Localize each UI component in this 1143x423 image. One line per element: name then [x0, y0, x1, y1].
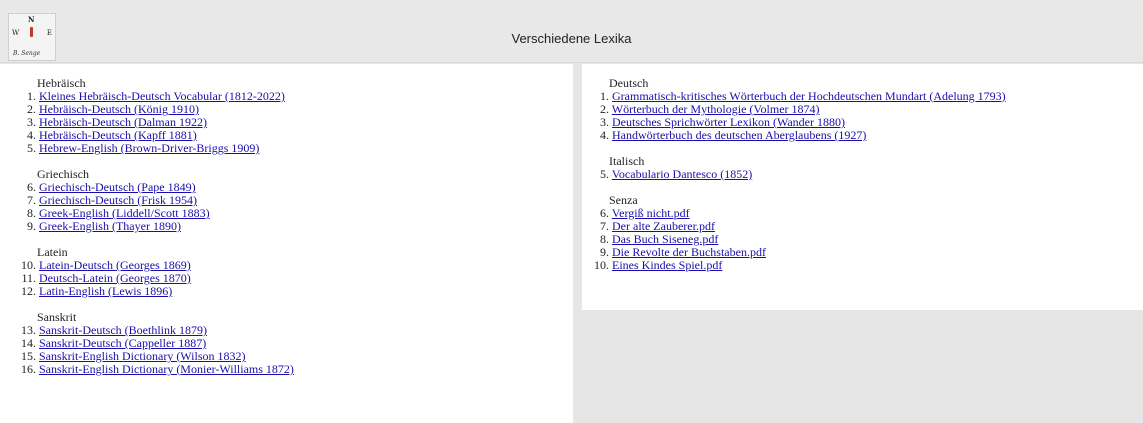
list-item-number: 10.	[594, 258, 609, 272]
section-right-2: Senza 6. Vergiß nicht.pdf 7. Der alte Zaub…	[582, 194, 1006, 272]
right-lexica-list: Deutsch 1. Grammatisch-kritisches Wörterb…	[582, 77, 1006, 272]
lexicon-link[interactable]: Hebrew-English (Brown-Driver-Briggs 1909…	[39, 141, 259, 155]
list-item: 9. Greek-English (Thayer 1890)	[0, 220, 294, 233]
logo-north-letter: N	[28, 15, 35, 24]
lexicon-link[interactable]: Hebräisch-Deutsch (Dalman 1922)	[39, 115, 207, 129]
right-panel: Deutsch 1. Grammatisch-kritisches Wörterb…	[582, 64, 1143, 310]
list-item: 4. Handwörterbuch des deutschen Aberglau…	[582, 129, 1006, 142]
lexicon-list: 13. Sanskrit-Deutsch (Boethlink 1879) 14.…	[0, 324, 294, 376]
lexicon-list: 6. Vergiß nicht.pdf 7. Der alte Zauberer.…	[582, 207, 1006, 272]
list-item-number: 12.	[21, 284, 36, 298]
lexicon-link[interactable]: Vergiß nicht.pdf	[612, 206, 690, 220]
lexicon-link[interactable]: Grammatisch-kritisches Wörterbuch der Ho…	[612, 89, 1006, 103]
list-item-number: 16.	[21, 362, 36, 376]
lexicon-link[interactable]: Sanskrit-English Dictionary (Monier-Will…	[39, 362, 294, 376]
list-item: 16. Sanskrit-English Dictionary (Monier-…	[0, 363, 294, 376]
page-title: Verschiedene Lexika	[511, 31, 632, 46]
section-left-3: Sanskrit 13. Sanskrit-Deutsch (Boethlink …	[0, 311, 294, 376]
lexicon-link[interactable]: Hebräisch-Deutsch (König 1910)	[39, 102, 199, 116]
lexicon-link[interactable]: Hebräisch-Deutsch (Kapff 1881)	[39, 128, 197, 142]
lexicon-link[interactable]: Deutsches Sprichwörter Lexikon (Wander 1…	[612, 115, 845, 129]
left-lexica-list: Hebräisch 1. Kleines Hebräisch-Deutsch Vo…	[0, 77, 294, 376]
left-panel: Hebräisch 1. Kleines Hebräisch-Deutsch Vo…	[0, 64, 573, 423]
lexicon-link[interactable]: Griechisch-Deutsch (Frisk 1954)	[39, 193, 197, 207]
lexicon-link[interactable]: Sanskrit-Deutsch (Cappeller 1887)	[39, 336, 206, 350]
lexicon-link[interactable]: Das Buch Siseneg.pdf	[612, 232, 718, 246]
lexicon-link[interactable]: Latin-English (Lewis 1896)	[39, 284, 172, 298]
lexicon-link[interactable]: Griechisch-Deutsch (Pape 1849)	[39, 180, 196, 194]
lexicon-link[interactable]: Kleines Hebräisch-Deutsch Vocabular (181…	[39, 89, 285, 103]
lexicon-link[interactable]: Sanskrit-English Dictionary (Wilson 1832…	[39, 349, 246, 363]
lexicon-link[interactable]: Deutsch-Latein (Georges 1870)	[39, 271, 191, 285]
lexicon-list: 1. Kleines Hebräisch-Deutsch Vocabular (…	[0, 90, 294, 155]
page-header: N W E B. Senge Verschiedene Lexika	[0, 0, 1143, 63]
lexicon-link[interactable]: Greek-English (Liddell/Scott 1883)	[39, 206, 210, 220]
list-item: 10. Eines Kindes Spiel.pdf	[582, 259, 1006, 272]
lexicon-list: 1. Grammatisch-kritisches Wörterbuch der…	[582, 90, 1006, 142]
list-item-number: 5.	[27, 141, 36, 155]
list-item-number: 4.	[600, 128, 609, 142]
section-left-1: Griechisch 6. Griechisch-Deutsch (Pape 18…	[0, 168, 294, 233]
lexicon-link[interactable]: Handwörterbuch des deutschen Aberglauben…	[612, 128, 866, 142]
section-left-2: Latein 10. Latein-Deutsch (Georges 1869) 1…	[0, 246, 294, 298]
lexicon-link[interactable]: Latein-Deutsch (Georges 1869)	[39, 258, 191, 272]
logo-signature: B. Senge	[13, 50, 41, 57]
list-item: 5. Vocabulario Dantesco (1852)	[582, 168, 1006, 181]
lexicon-link[interactable]: Wörterbuch der Mythologie (Volmer 1874)	[612, 102, 820, 116]
list-item: 5. Hebrew-English (Brown-Driver-Briggs 1…	[0, 142, 294, 155]
lexicon-link[interactable]: Vocabulario Dantesco (1852)	[612, 167, 752, 181]
lexicon-link[interactable]: Greek-English (Thayer 1890)	[39, 219, 181, 233]
lexicon-list: 6. Griechisch-Deutsch (Pape 1849) 7. Grie…	[0, 181, 294, 233]
list-item-number: 5.	[600, 167, 609, 181]
lexicon-link[interactable]: Sanskrit-Deutsch (Boethlink 1879)	[39, 323, 207, 337]
lexicon-link[interactable]: Eines Kindes Spiel.pdf	[612, 258, 722, 272]
lexicon-link[interactable]: Der alte Zauberer.pdf	[612, 219, 715, 233]
lexicon-link[interactable]: Die Revolte der Buchstaben.pdf	[612, 245, 766, 259]
lexicon-list: 10. Latein-Deutsch (Georges 1869) 11. Deu…	[0, 259, 294, 298]
section-left-0: Hebräisch 1. Kleines Hebräisch-Deutsch Vo…	[0, 77, 294, 155]
list-item-number: 9.	[27, 219, 36, 233]
list-item: 12. Latin-English (Lewis 1896)	[0, 285, 294, 298]
section-right-1: Italisch 5. Vocabulario Dantesco (1852)	[582, 155, 1006, 181]
lexicon-list: 5. Vocabulario Dantesco (1852)	[582, 168, 1006, 181]
section-right-0: Deutsch 1. Grammatisch-kritisches Wörterb…	[582, 77, 1006, 142]
